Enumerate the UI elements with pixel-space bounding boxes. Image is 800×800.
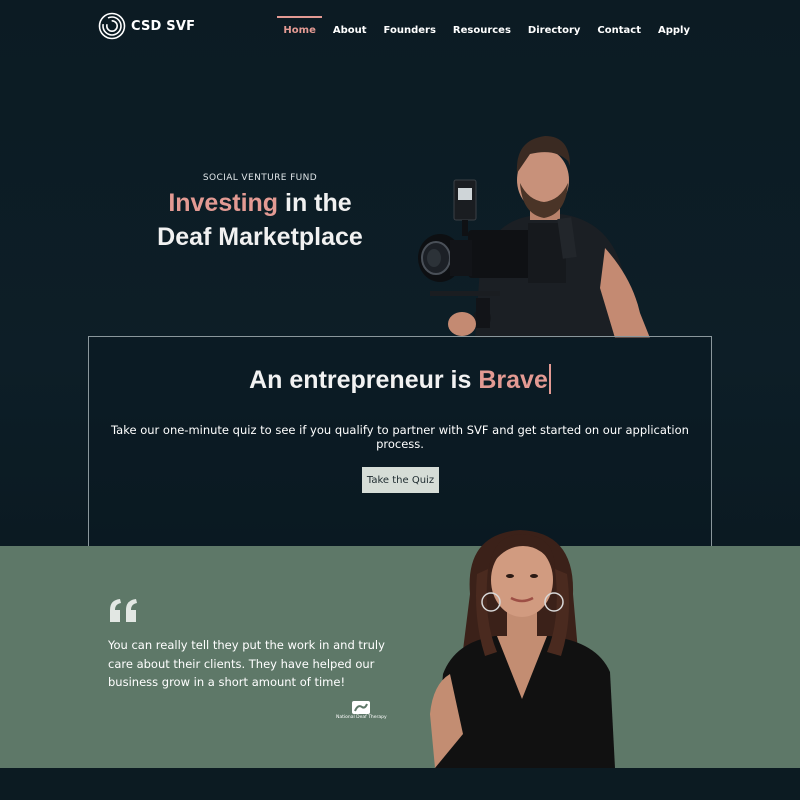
card-title: An entrepreneur is Brave — [89, 364, 711, 395]
main-nav: Home About Founders Resources Directory … — [277, 16, 690, 36]
videographer-photo — [418, 136, 650, 338]
testimonial-section: You can really tell they put the work in… — [0, 530, 800, 768]
testimonial-quote: You can really tell they put the work in… — [108, 638, 385, 689]
hero-text: SOCIAL VENTURE FUND Investing in the Dea… — [110, 173, 410, 254]
headline-rest: in the — [278, 189, 352, 217]
hero-eyebrow: SOCIAL VENTURE FUND — [202, 173, 318, 183]
partner-logo-icon — [352, 701, 370, 714]
logo-mark-icon — [98, 12, 126, 40]
nav-item-contact[interactable]: Contact — [597, 17, 641, 36]
partner-logo: National Deaf Therapy — [336, 701, 387, 720]
card-title-prefix: An entrepreneur is — [249, 366, 479, 394]
brand-name: CSD SVF — [131, 18, 196, 34]
testimonial-person-photo — [430, 530, 615, 768]
nav-item-directory[interactable]: Directory — [528, 17, 580, 36]
site-header: CSD SVF Home About Founders Resources Di… — [0, 0, 800, 60]
nav-item-home[interactable]: Home — [277, 16, 323, 36]
headline-line-2: Deaf Marketplace — [157, 223, 363, 251]
nav-item-resources[interactable]: Resources — [453, 17, 511, 36]
nav-item-apply[interactable]: Apply — [658, 17, 690, 36]
page: CSD SVF Home About Founders Resources Di… — [0, 0, 800, 800]
partner-name: National Deaf Therapy — [336, 715, 387, 720]
nav-item-about[interactable]: About — [333, 17, 367, 36]
headline-accent: Investing — [168, 189, 279, 217]
take-quiz-button[interactable]: Take the Quiz — [362, 467, 439, 493]
footer-strip — [0, 768, 800, 800]
card-title-accent: Brave — [478, 366, 548, 394]
quote-icon — [110, 599, 137, 622]
nav-item-founders[interactable]: Founders — [384, 17, 436, 36]
quiz-card: An entrepreneur is Brave Take our one-mi… — [88, 336, 712, 548]
hero-headline: Investing in the Deaf Marketplace — [110, 186, 410, 254]
card-subtitle: Take our one-minute quiz to see if you q… — [111, 423, 689, 451]
typing-cursor — [548, 364, 551, 394]
logo[interactable]: CSD SVF — [98, 12, 195, 40]
